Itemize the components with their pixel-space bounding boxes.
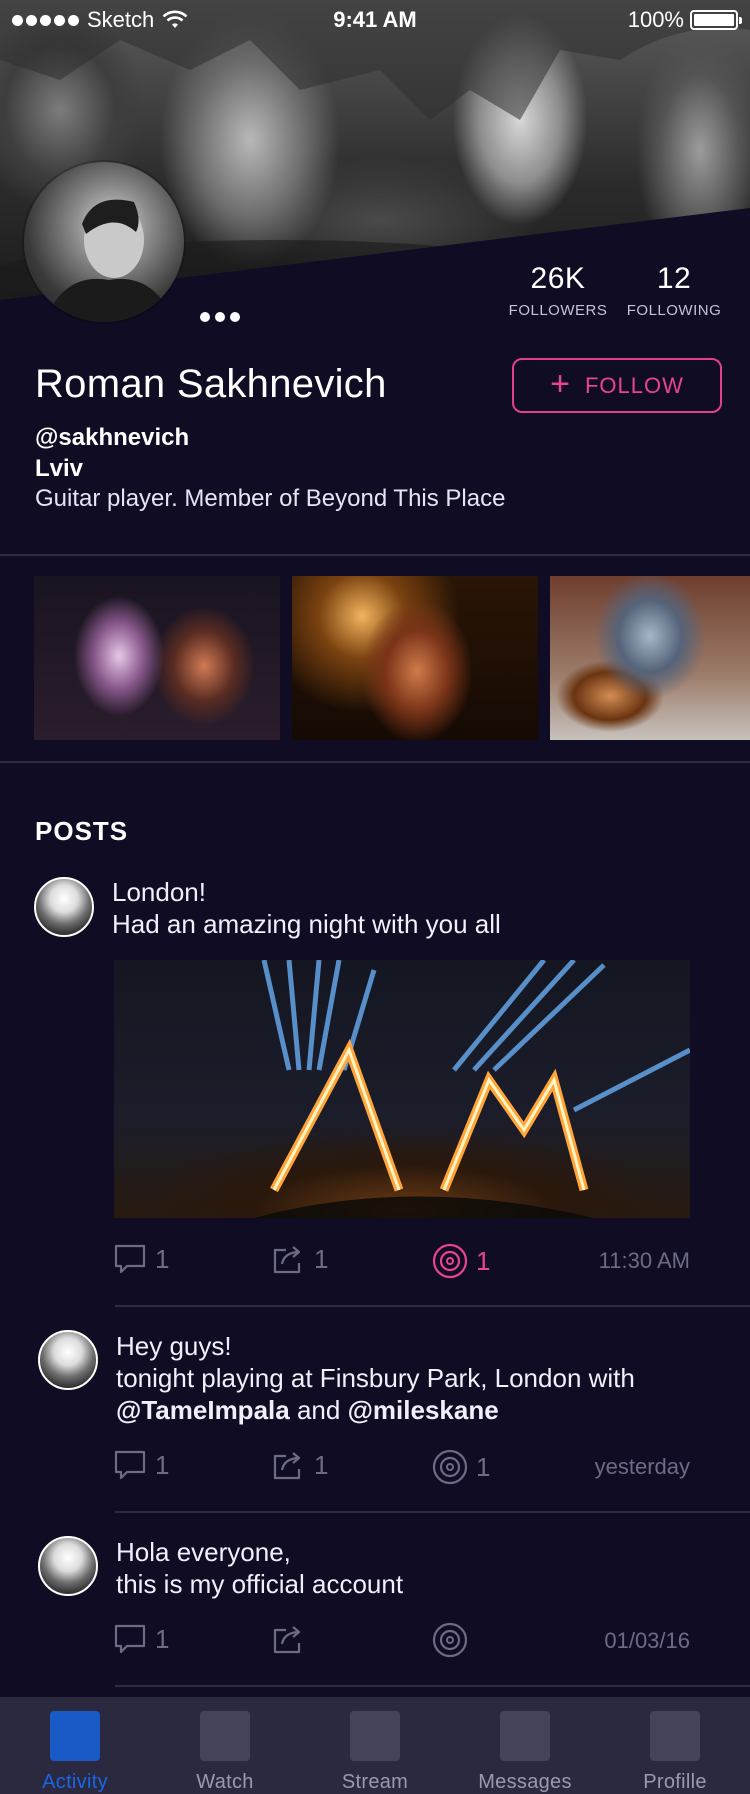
following-label: FOLLOWING	[626, 302, 722, 319]
mention-link[interactable]: @TameImpala	[116, 1395, 290, 1425]
share-count: 1	[314, 1449, 329, 1480]
profile-bio: Guitar player. Member of Beyond This Pla…	[35, 485, 506, 512]
vinyl-record-icon	[432, 1243, 468, 1279]
signal-strength-icon	[12, 14, 79, 26]
share-icon	[273, 1626, 301, 1654]
share-icon	[273, 1452, 301, 1480]
like-count: 1	[476, 1451, 491, 1482]
share-count: 1	[314, 1243, 329, 1274]
like-count: 1	[476, 1245, 491, 1276]
post-author-avatar[interactable]	[38, 1536, 98, 1596]
gallery-photo[interactable]	[550, 576, 750, 740]
tab-watch[interactable]: Watch	[150, 1697, 300, 1794]
comment-icon	[114, 1624, 146, 1654]
messages-icon	[500, 1711, 550, 1761]
divider	[115, 1685, 750, 1687]
tab-activity[interactable]: Activity	[0, 1697, 150, 1794]
battery-percent: 100%	[627, 7, 684, 32]
vinyl-record-icon	[432, 1449, 468, 1485]
post-author-avatar[interactable]	[38, 1330, 98, 1390]
post-timestamp: 01/03/16	[604, 1628, 690, 1653]
gallery-photo[interactable]	[34, 576, 280, 740]
comment-count: 1	[155, 1623, 170, 1654]
divider	[0, 554, 750, 556]
status-bar: Sketch 9:41 AM 100%	[0, 0, 750, 40]
like-button[interactable]: 1	[432, 1449, 490, 1485]
profile-handle: @sakhnevich	[35, 424, 190, 451]
post-image[interactable]	[114, 960, 690, 1218]
comment-button[interactable]: 1	[113, 1449, 169, 1481]
tab-stream[interactable]: Stream	[300, 1697, 450, 1794]
profile-avatar[interactable]	[24, 162, 184, 322]
share-button[interactable]	[272, 1623, 306, 1655]
comment-count: 1	[155, 1243, 170, 1274]
following-count: 12	[656, 262, 692, 295]
tab-profile[interactable]: Profille	[600, 1697, 750, 1794]
divider	[115, 1511, 750, 1513]
profile-name: Roman Sakhnevich	[35, 362, 387, 406]
followers-count: 26K	[530, 262, 586, 295]
mention-link[interactable]: @mileskane	[348, 1395, 499, 1425]
comment-button[interactable]: 1	[113, 1623, 169, 1655]
divider	[0, 761, 750, 763]
comment-icon	[114, 1244, 146, 1274]
post-timestamp: 11:30 AM	[598, 1248, 690, 1273]
follow-label: FOLLOW	[584, 372, 684, 398]
concert-lights-image	[254, 960, 690, 1218]
comment-icon	[114, 1450, 146, 1480]
avatar-portrait	[44, 199, 174, 322]
like-button[interactable]: 1	[432, 1243, 490, 1279]
watch-icon	[200, 1711, 250, 1761]
profile-icon	[650, 1711, 700, 1761]
comment-count: 1	[155, 1449, 170, 1480]
comment-button[interactable]: 1	[113, 1243, 169, 1275]
share-button[interactable]: 1	[272, 1449, 328, 1481]
share-button[interactable]: 1	[272, 1243, 328, 1275]
posts-heading: POSTS	[35, 816, 129, 846]
tab-bar: Activity Watch Stream Messages Profille	[0, 1697, 750, 1794]
activity-icon	[50, 1711, 100, 1761]
like-button[interactable]	[432, 1622, 468, 1658]
post-author-avatar[interactable]	[34, 877, 94, 937]
followers-label: FOLLOWERS	[508, 302, 608, 319]
post-text: Hey guys! tonight playing at Finsbury Pa…	[116, 1331, 635, 1425]
profile-location: Lviv	[35, 455, 84, 482]
post-text: Hola everyone, this is my official accou…	[116, 1537, 404, 1599]
gallery-photo[interactable]	[292, 576, 538, 740]
post-text: London! Had an amazing night with you al…	[112, 877, 501, 939]
more-options-icon[interactable]	[196, 308, 244, 326]
followers-stat[interactable]: 26K FOLLOWERS	[508, 262, 608, 319]
battery-icon	[690, 10, 742, 30]
following-stat[interactable]: 12 FOLLOWING	[624, 262, 724, 319]
carrier-name: Sketch	[87, 7, 155, 32]
divider	[115, 1305, 750, 1307]
share-icon	[273, 1246, 301, 1274]
stream-icon	[350, 1711, 400, 1761]
wifi-icon	[162, 10, 188, 28]
post-timestamp: yesterday	[594, 1454, 690, 1479]
follow-button[interactable]: + FOLLOW	[512, 358, 722, 413]
vinyl-record-icon	[432, 1622, 468, 1658]
tab-messages[interactable]: Messages	[450, 1697, 600, 1794]
plus-icon: +	[550, 365, 571, 403]
